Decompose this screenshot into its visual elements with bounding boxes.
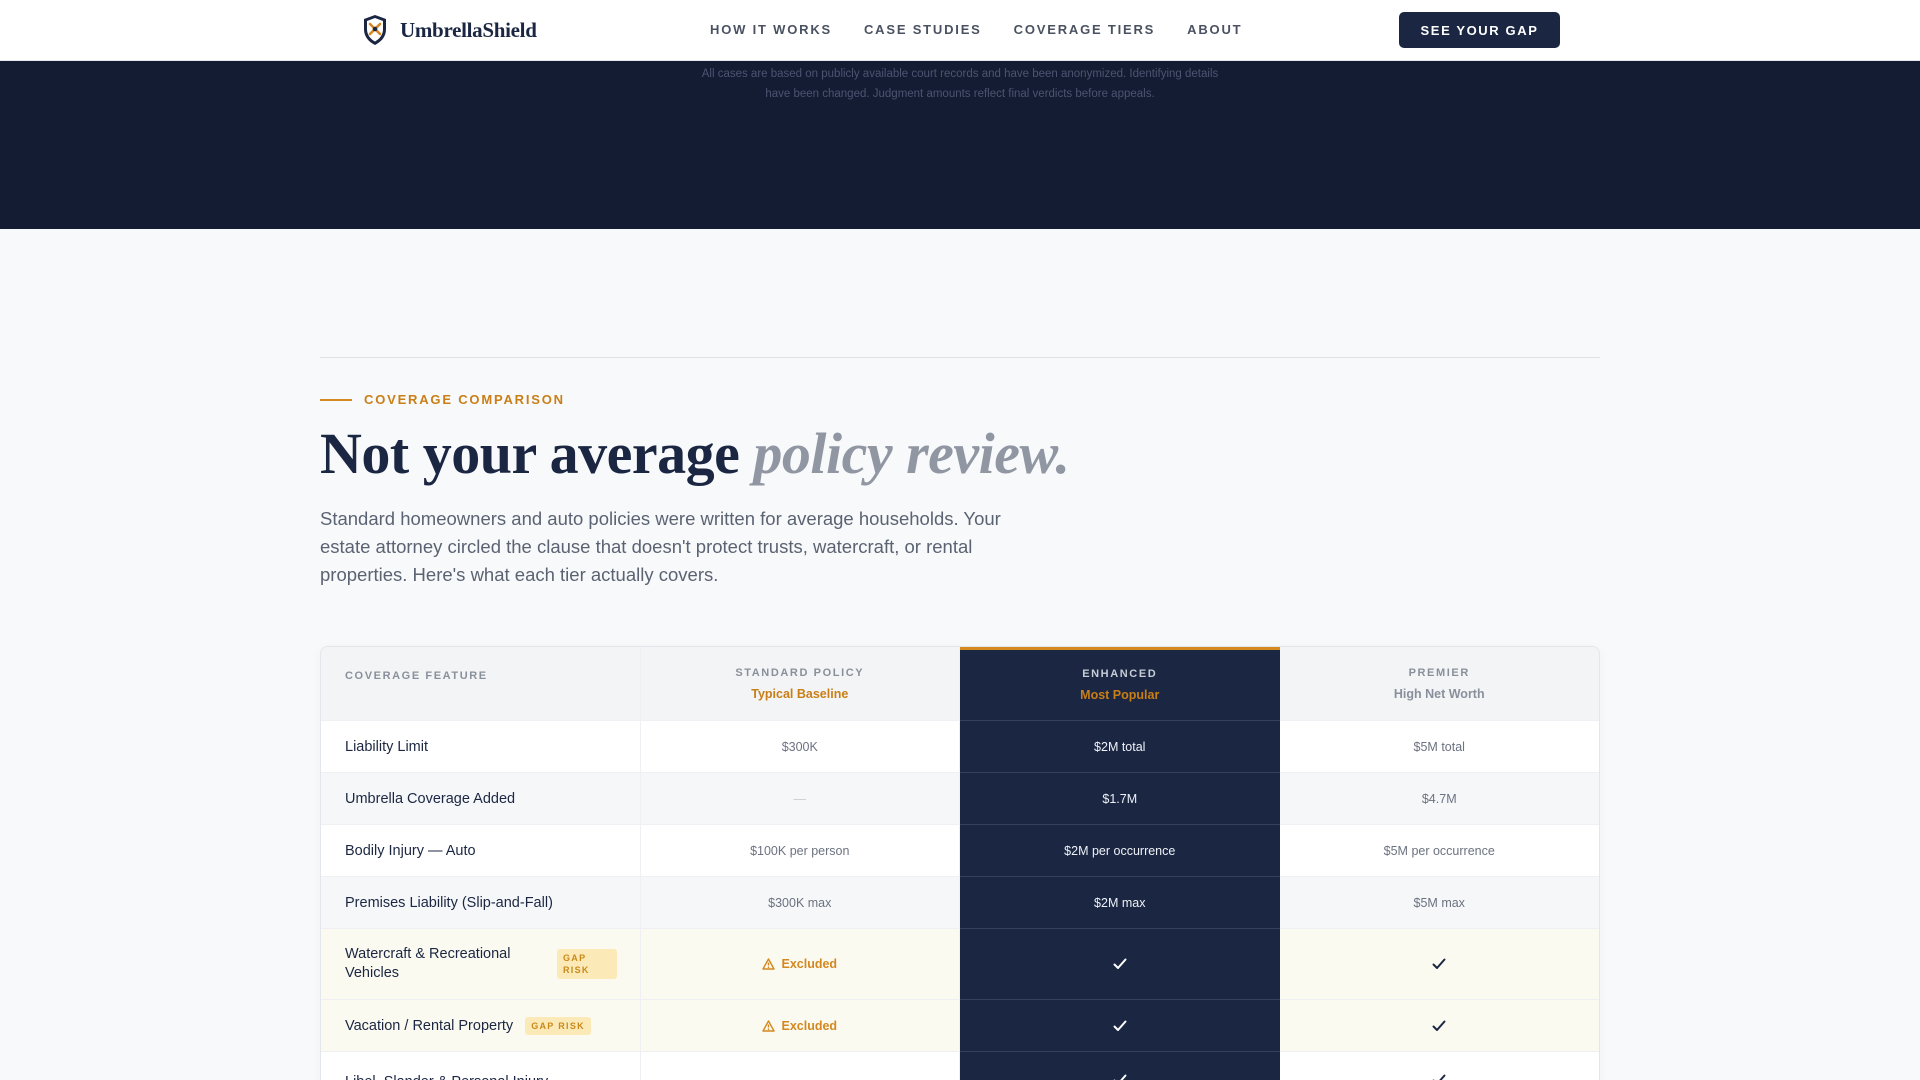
warning-icon [762,1019,776,1032]
header-standard-sub: Typical Baseline [751,686,849,701]
header-standard: STANDARD POLICY Typical Baseline [640,647,961,721]
row-feature: Premises Liability (Slip-and-Fall) [321,877,641,929]
check-icon [1113,1020,1127,1031]
row-standard-value: $300K [640,721,961,773]
check-icon [1113,958,1127,969]
row-premier-value: $5M total [1279,721,1599,773]
brand-name: UmbrellaShield [400,17,537,42]
row-premier-value [1279,1000,1599,1052]
hero-band: All cases are based on publicly availabl… [0,61,1920,229]
section-eyebrow: COVERAGE COMPARISON [320,392,565,407]
eyebrow-label: COVERAGE COMPARISON [364,392,565,407]
table-row: Vacation / Rental Property GAP RISK Excl… [321,1000,1599,1052]
headline-accent: policy review. [753,421,1070,486]
row-enhanced-value: $2M per occurrence [960,825,1280,877]
row-standard-value: $100K per person [640,825,961,877]
row-feature-label: Vacation / Rental Property [345,1017,514,1034]
header-feature: COVERAGE FEATURE [321,647,641,721]
row-standard-value: Excluded [640,929,961,1000]
row-enhanced-value: $2M total [960,721,1280,773]
header-standard-title: STANDARD POLICY [735,666,865,679]
nav-about[interactable]: ABOUT [1187,22,1242,37]
table-row: Umbrella Coverage Added — $1.7M $4.7M [321,773,1599,825]
warning-icon [762,958,776,970]
row-enhanced-value: $1.7M [960,773,1280,825]
row-feature: Liability Limit [321,721,641,773]
row-premier-value [1279,929,1599,1000]
row-feature: Umbrella Coverage Added [321,773,641,825]
excluded-label: Excluded [762,1019,837,1033]
table-row: Libel, Slander & Personal Injury — [321,1052,1599,1080]
section-lede: Standard homeowners and auto policies we… [320,508,1001,585]
row-premier-value [1280,1052,1599,1080]
header-premier-sub: High Net Worth [1393,686,1485,701]
case-disclaimer: All cases are based on publicly availabl… [701,68,1219,100]
row-feature-label: Watercraft & Recreational Vehicles [345,946,511,981]
see-your-gap-button[interactable]: SEE YOUR GAP [1399,12,1560,48]
header-enhanced-sub: Most Popular [1080,688,1160,702]
row-standard-value: Excluded [640,1000,961,1052]
row-standard-value: — [640,773,961,825]
table-row: Watercraft & Recreational Vehicles GAP R… [321,929,1599,1000]
row-feature: Libel, Slander & Personal Injury [321,1052,641,1080]
nav-how-it-works[interactable]: HOW IT WORKS [710,22,832,37]
header-premier-title: PREMIER [1408,666,1470,679]
header-enhanced-title: ENHANCED [1082,668,1158,680]
row-premier-value: $5M max [1279,877,1599,929]
row-enhanced-value [960,929,1280,1000]
header-premier: PREMIER High Net Worth [1279,647,1599,721]
row-enhanced-value: $2M max [960,877,1280,929]
gap-risk-badge: GAP RISK [525,1016,591,1035]
row-standard-value: — [641,1052,961,1080]
nav-links: HOW IT WORKS CASE STUDIES COVERAGE TIERS… [710,22,1274,37]
check-icon [1432,1020,1446,1031]
excluded-text: Excluded [781,957,838,971]
coverage-comparison-table: COVERAGE FEATURE STANDARD POLICY Typical… [320,646,1600,1080]
row-premier-value: $5M per occurrence [1279,825,1599,877]
row-standard-value: $300K max [640,877,961,929]
section-divider [320,357,1600,358]
gap-risk-badge: GAP RISK [557,949,617,979]
headline-main: Not your average [320,421,754,486]
excluded-label: Excluded [762,957,837,971]
row-enhanced-value [960,1052,1280,1080]
row-premier-value: $4.7M [1279,773,1599,825]
check-icon [1113,1074,1127,1080]
table-row: Bodily Injury — Auto $100K per person $2… [321,825,1599,877]
top-nav: UmbrellaShield HOW IT WORKS CASE STUDIES… [0,0,1920,61]
row-feature: Vacation / Rental Property GAP RISK [321,1000,641,1052]
section-headline: Not your average policy review. [320,420,1070,487]
excluded-text: Excluded [781,1018,838,1033]
eyebrow-line [320,398,352,401]
header-enhanced: ENHANCED Most Popular [960,647,1280,721]
nav-case-studies[interactable]: CASE STUDIES [864,22,982,37]
table-row: Liability Limit $300K $2M total $5M tota… [321,721,1599,773]
row-feature: Watercraft & Recreational Vehicles GAP R… [321,929,641,1000]
row-feature: Bodily Injury — Auto [321,825,641,877]
brand-logo[interactable]: UmbrellaShield [362,14,537,46]
table-row: Premises Liability (Slip-and-Fall) $300K… [321,877,1599,929]
check-icon [1432,958,1446,969]
check-icon [1432,1074,1446,1080]
table-header-row: COVERAGE FEATURE STANDARD POLICY Typical… [321,647,1599,721]
row-enhanced-value [960,1000,1280,1052]
nav-coverage-tiers[interactable]: COVERAGE TIERS [1014,22,1156,37]
shield-icon [364,15,386,45]
